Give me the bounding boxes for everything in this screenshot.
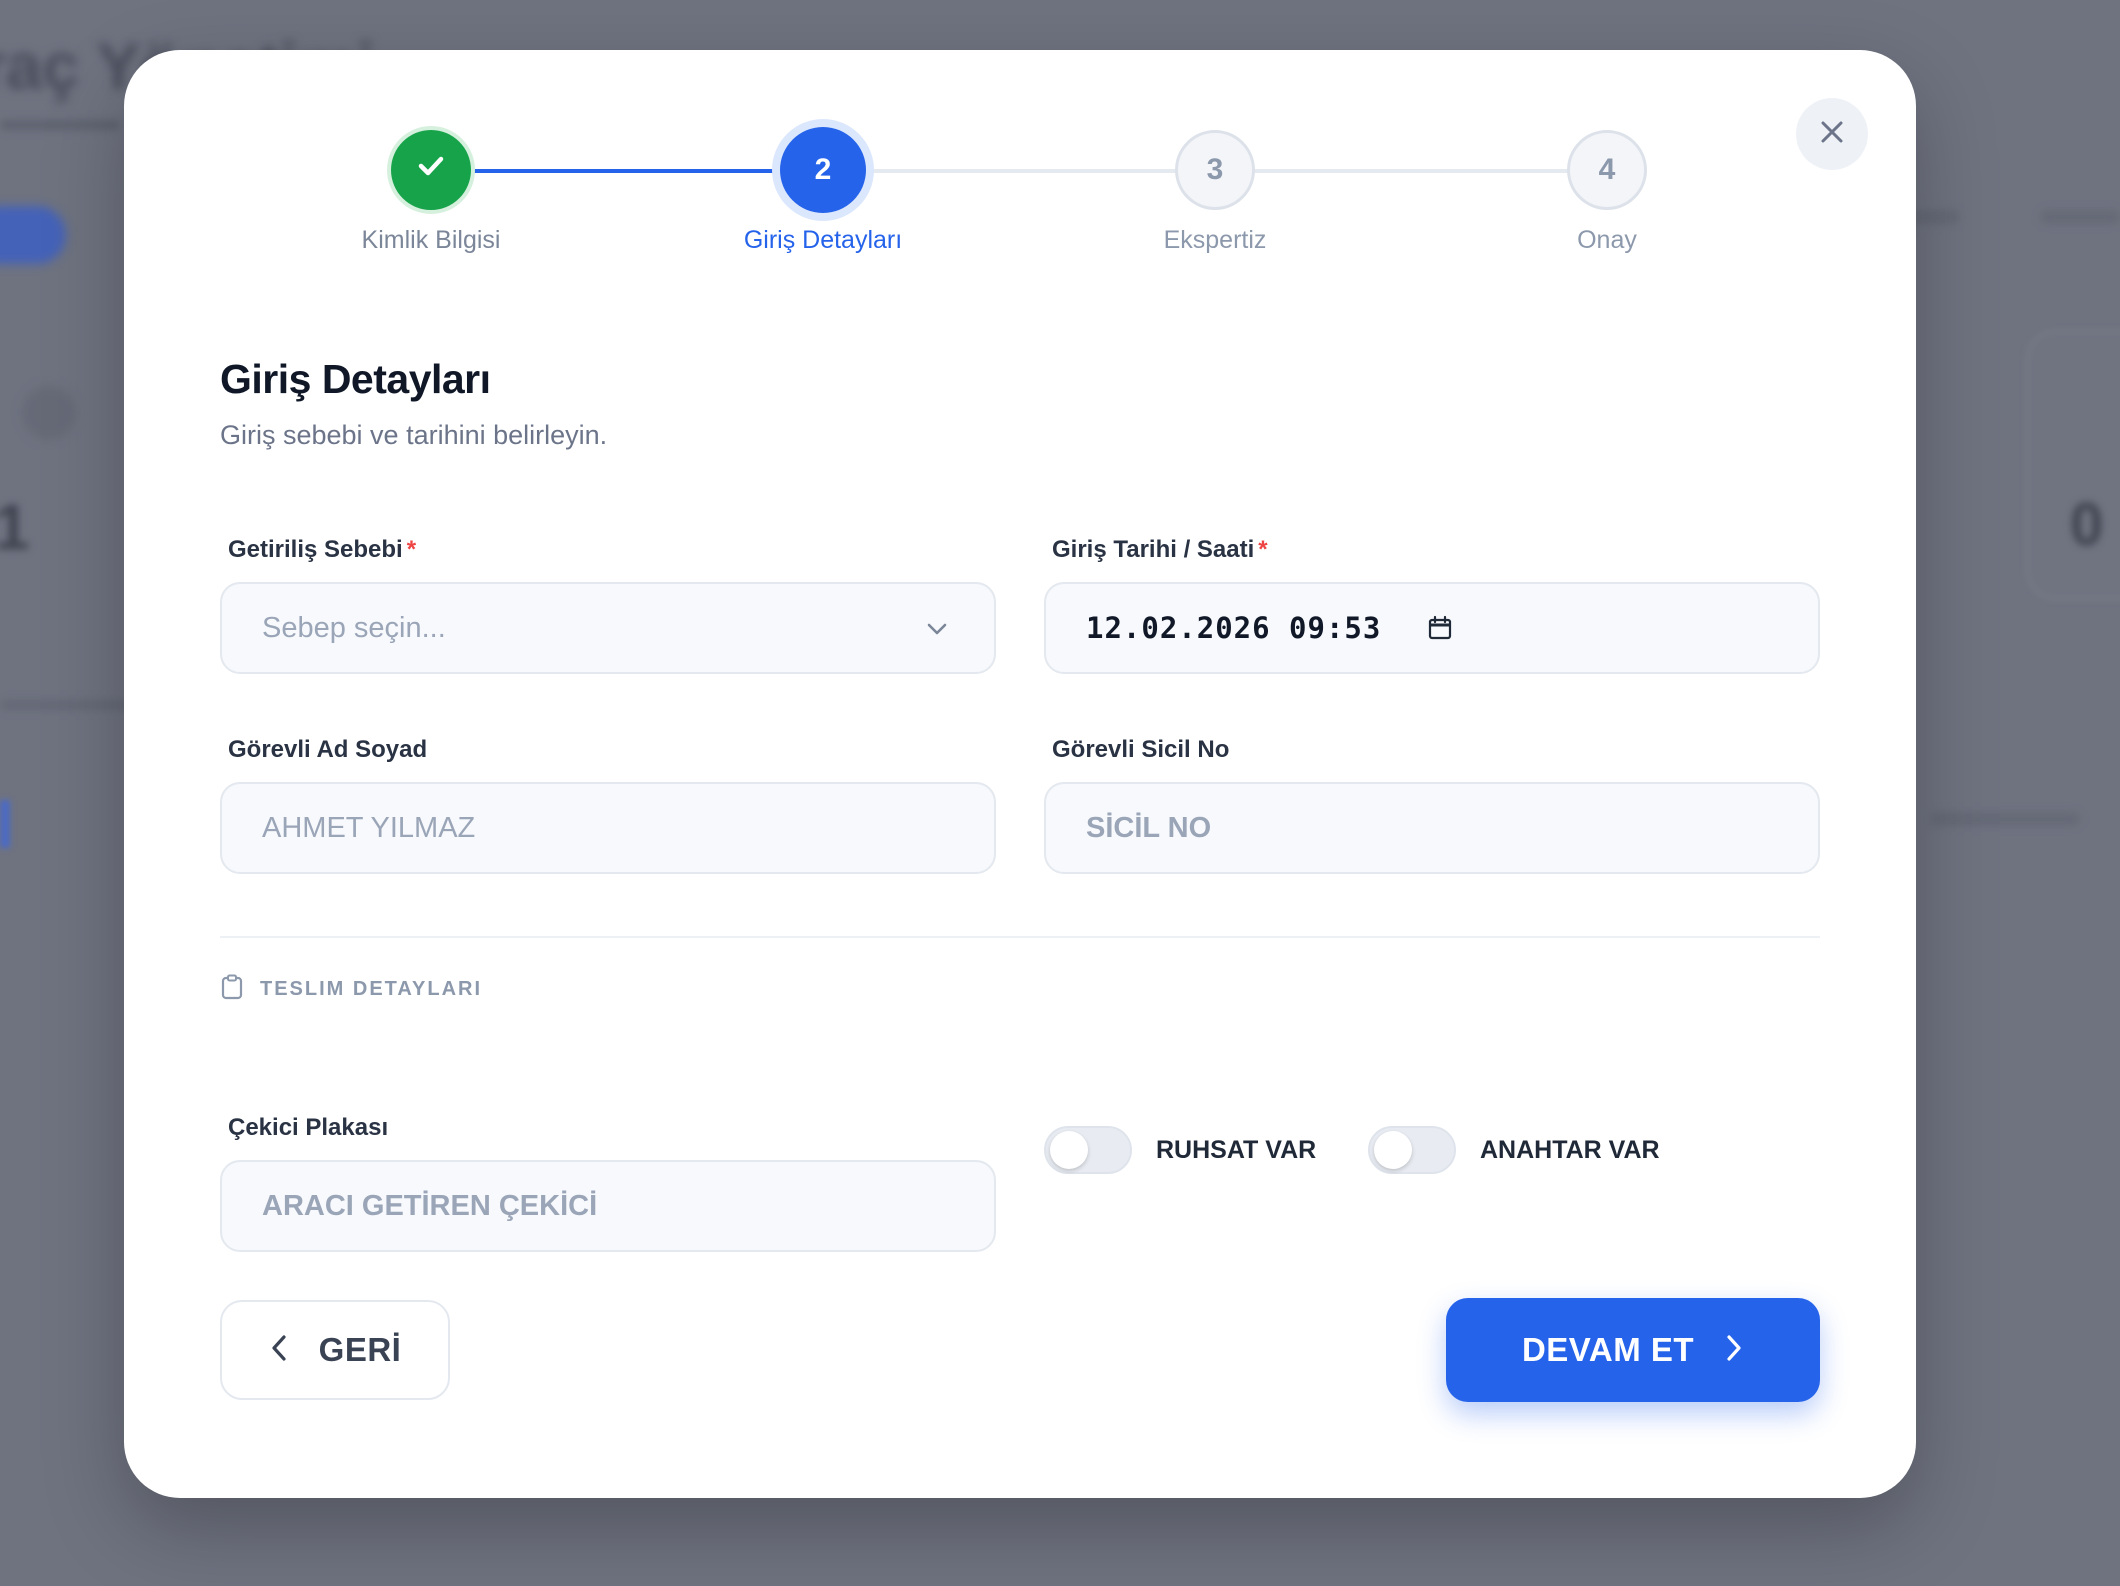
background-subtitle (0, 120, 120, 130)
entry-datetime-input[interactable]: 12.02.2026 09:53 (1044, 582, 1820, 674)
background-filter (2040, 210, 2120, 224)
chevron-left-icon (269, 1332, 291, 1369)
key-toggle[interactable] (1368, 1126, 1456, 1174)
entry-datetime-label: Giriş Tarihi / Saati * (1052, 536, 1268, 564)
background-table-header (1930, 812, 2080, 826)
entry-datetime-value: 12.02.2026 09:53 (1086, 611, 1382, 645)
tow-plate-placeholder: ARACI GETİREN ÇEKİCİ (262, 1189, 598, 1222)
toggle-knob (1374, 1131, 1412, 1169)
tow-plate-input[interactable]: ARACI GETİREN ÇEKİCİ (220, 1160, 996, 1252)
background-text-line (0, 700, 140, 710)
chevron-right-icon (1722, 1332, 1744, 1369)
form-title: Giriş Detayları (220, 356, 491, 402)
continue-button[interactable]: DEVAM ET (1446, 1298, 1820, 1402)
officer-name-input[interactable]: AHMET YILMAZ (220, 782, 996, 874)
check-icon (413, 148, 449, 192)
form-subtitle: Giriş sebebi ve tarihini belirleyin. (220, 420, 608, 450)
reason-label: Getiriliş Sebebi * (228, 536, 416, 564)
step-label: Ekspertiz (1163, 226, 1267, 254)
background-stat-card (2026, 330, 2120, 600)
reason-label-text: Getiriliş Sebebi (228, 536, 403, 563)
license-toggle-label: RUHSAT VAR (1156, 1136, 1317, 1164)
entry-datetime-label-text: Giriş Tarihi / Saati (1052, 536, 1255, 563)
required-mark: * (406, 536, 417, 563)
delivery-section-title: TESLIM DETAYLARI (260, 978, 483, 1000)
step-label: Kimlik Bilgisi (361, 226, 501, 254)
license-toggle[interactable] (1044, 1126, 1132, 1174)
reason-placeholder: Sebep seçin... (262, 611, 446, 644)
officer-reg-input[interactable]: SİCİL NO (1044, 782, 1820, 874)
background-accent-bar (0, 800, 10, 848)
reason-select[interactable]: Sebep seçin... (220, 582, 996, 674)
background-stat-value: 1 (0, 491, 30, 563)
step-number: 2 (780, 127, 866, 213)
background-stat-icon (22, 386, 76, 440)
step-number: 4 (1567, 130, 1647, 210)
continue-button-label: DEVAM ET (1521, 1331, 1695, 1368)
officer-reg-label: Görevli Sicil No (1052, 736, 1230, 763)
background-stat-value: 0 (2070, 491, 2104, 558)
key-toggle-label: ANAHTAR VAR (1480, 1136, 1660, 1164)
close-button[interactable] (1796, 98, 1868, 170)
tow-plate-label: Çekici Plakası (228, 1114, 389, 1141)
background-primary-button (0, 206, 66, 264)
back-button[interactable]: GERİ (220, 1300, 450, 1400)
step-label: Giriş Detayları (743, 226, 903, 254)
step-number: 3 (1175, 130, 1255, 210)
officer-reg-placeholder: SİCİL NO (1086, 811, 1212, 844)
step-label: Onay (1577, 226, 1637, 254)
officer-name-placeholder: AHMET YILMAZ (262, 811, 476, 844)
clipboard-icon (220, 974, 244, 1005)
close-icon (1817, 117, 1847, 152)
vehicle-entry-modal: Kimlik Bilgisi 2 Giriş Detayları 3 Ekspe… (124, 50, 1916, 1498)
step-complete-indicator (391, 130, 471, 210)
calendar-icon[interactable] (1427, 615, 1453, 641)
section-divider (220, 936, 1820, 938)
required-mark: * (1258, 536, 1268, 563)
officer-name-label: Görevli Ad Soyad (228, 736, 428, 763)
toggle-knob (1050, 1131, 1088, 1169)
back-button-label: GERİ (318, 1331, 402, 1368)
chevron-down-icon (924, 616, 950, 650)
delivery-section-header: TESLIM DETAYLARI (220, 974, 482, 1005)
